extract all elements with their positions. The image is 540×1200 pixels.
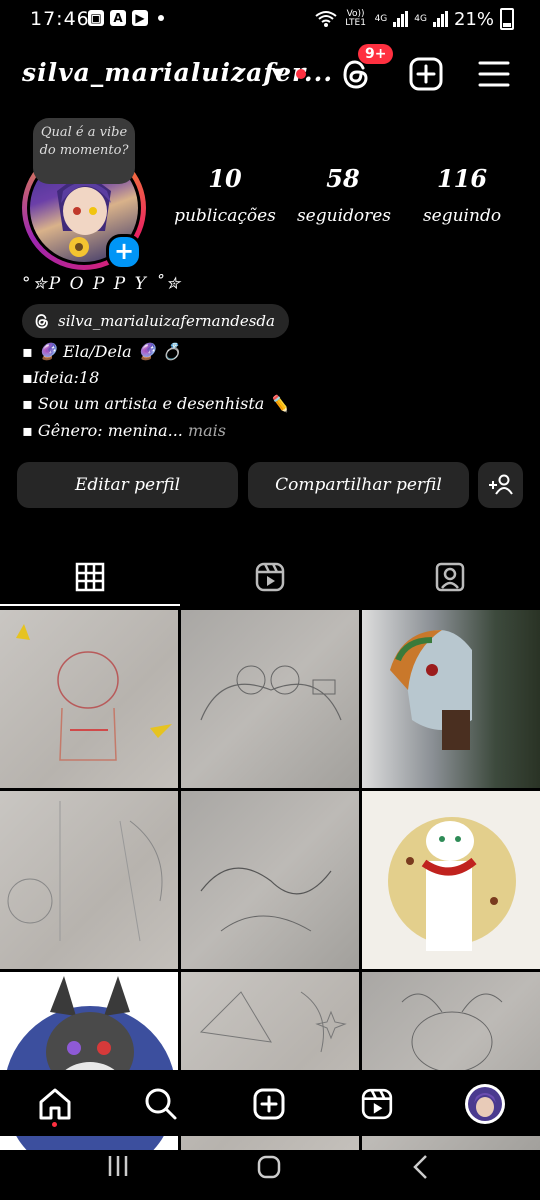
signal-icon-2 xyxy=(432,11,448,27)
gallery-icon: ▣ xyxy=(88,10,104,26)
bottom-navigation xyxy=(0,1070,540,1136)
chevron-down-icon[interactable]: ▼ xyxy=(272,64,284,83)
wifi-icon xyxy=(314,11,337,27)
profile-nav[interactable] xyxy=(463,1082,507,1126)
threads-small-icon xyxy=(35,314,48,329)
posts-stat[interactable]: 10 xyxy=(190,164,260,193)
following-label-wrap[interactable]: seguindo xyxy=(414,200,510,226)
profile-header: silva_marialuizafer... ▼ 9+ xyxy=(0,44,540,102)
bio-line-4: ▪ Gênero: menina... mais xyxy=(22,421,226,440)
bio-line-3: ▪ Sou um artista e desenhista ✏️ xyxy=(22,394,290,413)
profile-tabs xyxy=(0,548,540,608)
more-notifications-dot xyxy=(158,15,164,21)
posts-count: 10 xyxy=(208,164,242,193)
edit-profile-button[interactable]: Editar perfil xyxy=(17,462,238,508)
status-bar: 17:46 ▣ A ▶ Vo)) LTE1 4G 4G 21% xyxy=(0,0,540,40)
battery-icon xyxy=(500,8,514,30)
followers-label: seguidores xyxy=(296,206,392,226)
post-thumbnail[interactable] xyxy=(0,610,178,788)
clock: 17:46 xyxy=(30,8,90,30)
add-story-button[interactable]: + xyxy=(106,234,142,270)
system-navigation xyxy=(0,1136,540,1200)
display-name: °✮P O P P Y ˚✮ xyxy=(22,274,182,294)
posts-label: publicações xyxy=(174,206,276,226)
recent-apps-icon[interactable] xyxy=(106,1154,130,1178)
post-thumbnail[interactable] xyxy=(362,610,540,788)
new-post-icon[interactable] xyxy=(406,54,446,94)
post-thumbnail[interactable] xyxy=(0,791,178,969)
username-switcher[interactable]: silva_marialuizafer... xyxy=(22,58,333,87)
following-label: seguindo xyxy=(422,206,502,226)
reels-icon xyxy=(255,562,285,592)
followers-stat[interactable]: 58 xyxy=(298,164,388,193)
create-nav[interactable] xyxy=(247,1082,291,1126)
bio-line-4-text: ▪ Gênero: menina... xyxy=(22,421,183,440)
account-notification-dot xyxy=(296,69,306,79)
search-nav[interactable] xyxy=(139,1082,183,1126)
bio-more-link[interactable]: mais xyxy=(188,421,226,440)
followers-count: 58 xyxy=(326,164,360,193)
home-icon xyxy=(39,1088,71,1120)
discover-people-button[interactable] xyxy=(478,462,523,508)
threads-badge: 9+ xyxy=(358,44,394,64)
tagged-icon xyxy=(435,562,465,592)
following-stat[interactable]: 116 xyxy=(420,164,504,193)
menu-icon[interactable] xyxy=(474,54,514,94)
reels-nav[interactable] xyxy=(355,1082,399,1126)
grid-tab[interactable] xyxy=(0,548,180,606)
home-button-icon[interactable] xyxy=(256,1154,282,1180)
home-nav[interactable] xyxy=(33,1082,77,1126)
volte-indicator: Vo)) LTE1 xyxy=(345,9,366,28)
youtube-icon: ▶ xyxy=(132,10,148,26)
network-type-1: 4G xyxy=(374,13,388,24)
post-thumbnail[interactable] xyxy=(181,791,359,969)
add-person-icon xyxy=(488,474,513,495)
active-tab-indicator xyxy=(0,604,180,606)
bio-line-2: ▪Ideia:18 xyxy=(22,368,100,387)
note-bubble[interactable]: Qual é a vibe do momento? xyxy=(33,118,135,184)
posts-label-wrap: publicações xyxy=(170,200,280,226)
signal-icon xyxy=(393,11,409,27)
reels-tab[interactable] xyxy=(180,548,360,606)
create-icon xyxy=(253,1088,285,1120)
bio-line-1: ▪ 🔮 Ela/Dela 🔮 💍 xyxy=(22,342,182,361)
following-count: 116 xyxy=(436,164,488,193)
post-thumbnail[interactable] xyxy=(181,610,359,788)
posts-grid xyxy=(0,610,540,1150)
followers-label-wrap[interactable]: seguidores xyxy=(292,200,396,226)
reels-nav-icon xyxy=(361,1088,393,1120)
home-notification-dot xyxy=(52,1122,57,1127)
battery-percent: 21% xyxy=(453,8,494,30)
grid-icon xyxy=(75,562,105,592)
tagged-tab[interactable] xyxy=(360,548,540,606)
share-profile-button[interactable]: Compartilhar perfil xyxy=(248,462,469,508)
profile-avatar-small xyxy=(465,1084,505,1124)
back-icon[interactable] xyxy=(410,1154,432,1180)
a-app-icon: A xyxy=(110,10,126,26)
post-thumbnail[interactable] xyxy=(362,791,540,969)
network-type-2: 4G xyxy=(414,13,427,24)
search-icon xyxy=(145,1088,177,1120)
threads-handle: silva_marialuizafernandesda xyxy=(58,312,275,330)
threads-handle-chip[interactable]: silva_marialuizafernandesda xyxy=(22,304,289,338)
